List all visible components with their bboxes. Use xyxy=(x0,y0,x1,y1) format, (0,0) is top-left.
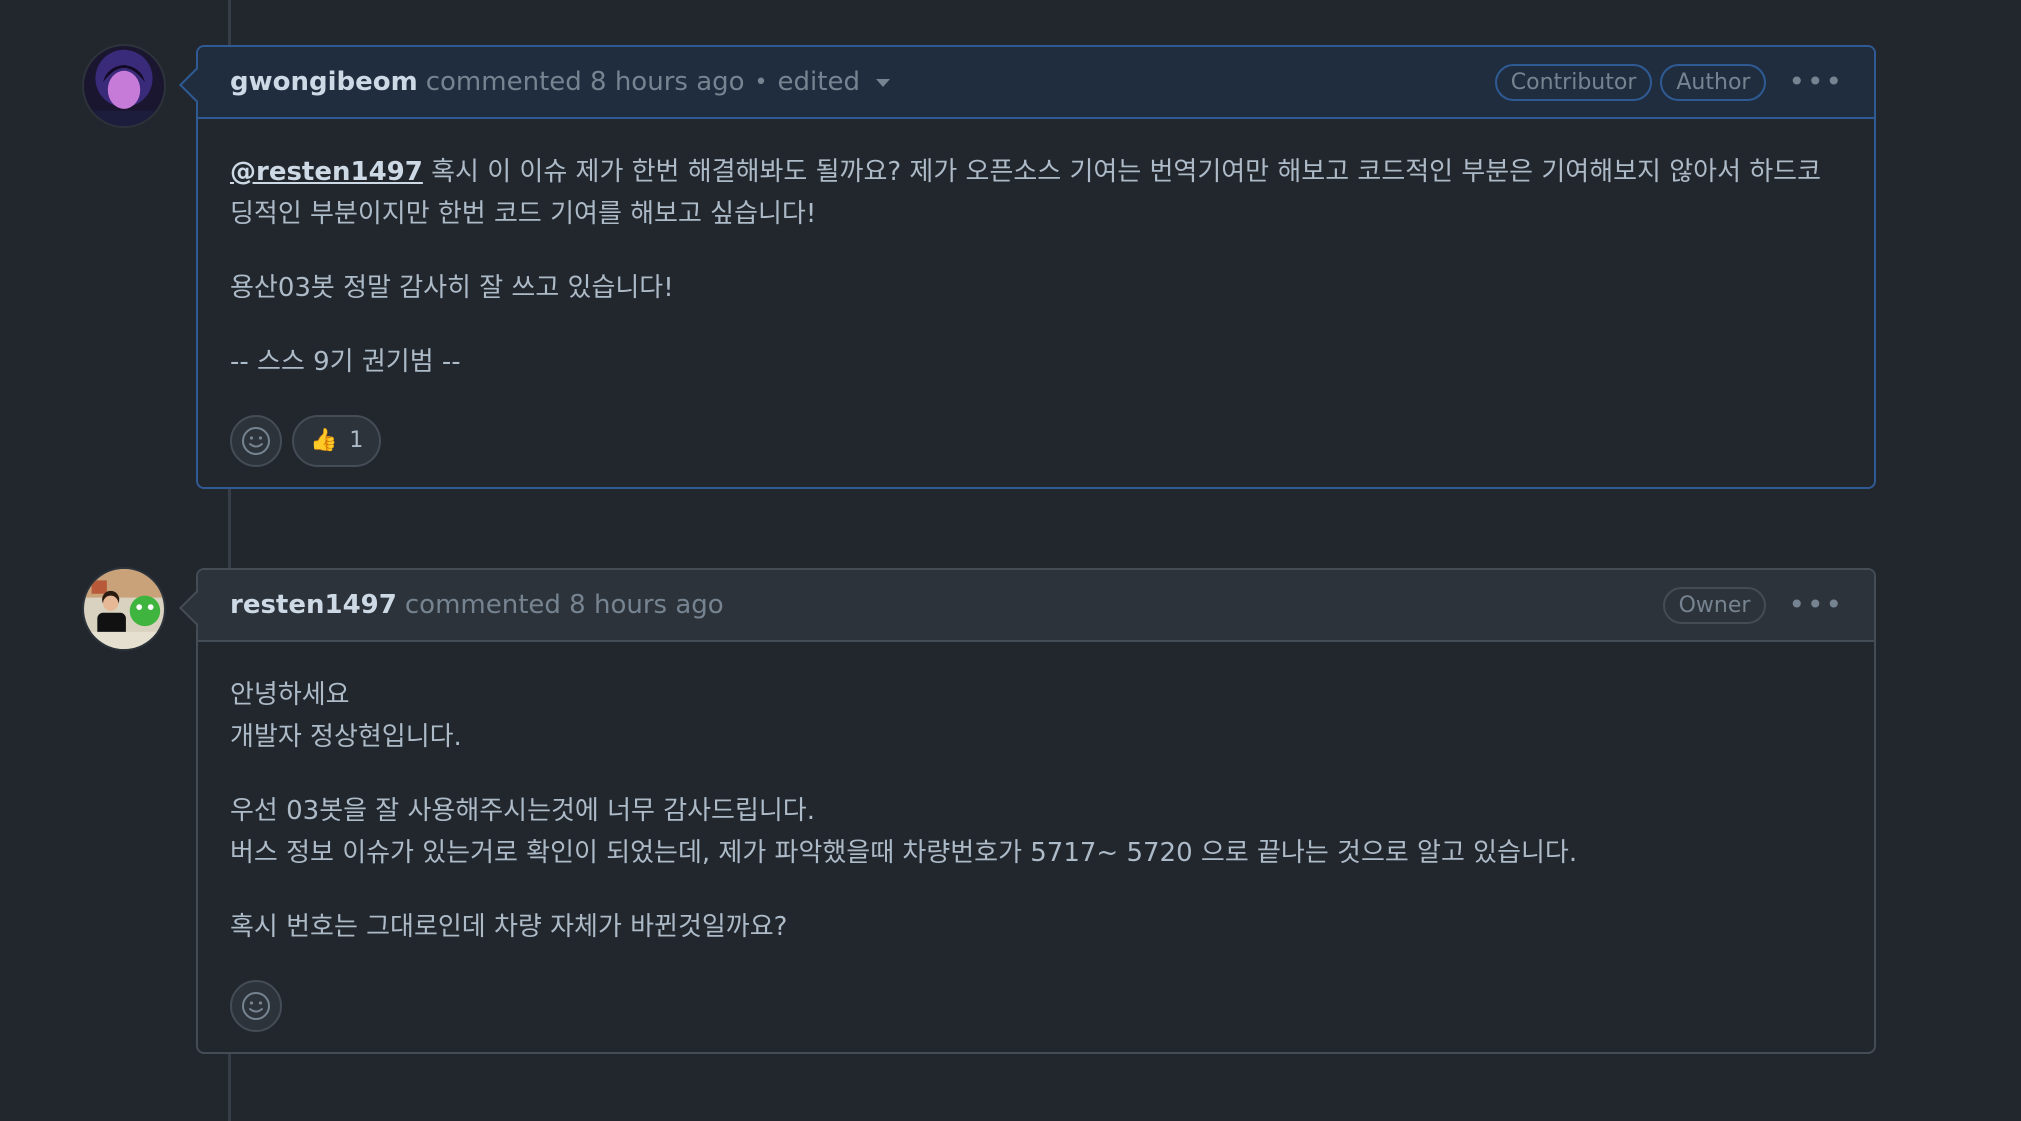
comment-paragraph: 용산03봇 정말 감사히 잘 쓰고 있습니다! xyxy=(230,273,674,303)
owner-badge: Owner xyxy=(1662,586,1767,624)
reaction-count: 1 xyxy=(349,428,364,453)
triangle-down-icon xyxy=(875,78,890,87)
kebab-horizontal-icon[interactable]: ••• xyxy=(1788,68,1844,96)
comment-paragraph: 혹시 번호는 그대로인데 차량 자체가 바뀐것일까요? xyxy=(230,912,788,942)
comment-box: gwongibeom commented 8 hours ago • edite… xyxy=(179,45,1876,489)
thumbs-up-reaction[interactable]: 👍 1 xyxy=(292,415,382,467)
comment-timestamp[interactable]: commented 8 hours ago xyxy=(426,67,745,97)
add-reaction-button[interactable] xyxy=(230,980,282,1032)
smiley-icon xyxy=(242,427,270,455)
author-badge: Author xyxy=(1660,63,1767,101)
comment-paragraph: 우선 03봇을 잘 사용해주시는것에 너무 감사드립니다. 버스 정보 이슈가 … xyxy=(230,796,1578,868)
comment-box: resten1497 commented 8 hours ago Owner •… xyxy=(179,568,1876,1054)
comment-timestamp[interactable]: commented 8 hours ago xyxy=(405,590,724,620)
smiley-icon xyxy=(242,992,270,1020)
avatar[interactable] xyxy=(82,44,166,128)
reactions-bar: 👍 1 xyxy=(230,415,1842,467)
comment-paragraph: -- 스스 9기 권기범 -- xyxy=(230,347,461,377)
comment-author[interactable]: gwongibeom xyxy=(230,67,418,97)
contributor-badge: Contributor xyxy=(1494,63,1653,101)
comment-paragraph: @resten1497 혹시 이 이슈 제가 한번 해결해봐도 될까요? 제가 … xyxy=(230,157,1822,229)
comment-body: @resten1497 혹시 이 이슈 제가 한번 해결해봐도 될까요? 제가 … xyxy=(198,119,1874,487)
separator-dot: • xyxy=(754,69,768,95)
comment-header: resten1497 commented 8 hours ago Owner •… xyxy=(198,570,1874,642)
add-reaction-button[interactable] xyxy=(230,415,282,467)
avatar[interactable] xyxy=(82,567,166,651)
comment-body: 안녕하세요 개발자 정상현입니다. 우선 03봇을 잘 사용해주시는것에 너무 … xyxy=(198,642,1874,1052)
kebab-horizontal-icon[interactable]: ••• xyxy=(1788,591,1844,619)
reactions-bar xyxy=(230,980,1842,1032)
user-mention[interactable]: @resten1497 xyxy=(230,157,423,187)
comment-header: gwongibeom commented 8 hours ago • edite… xyxy=(198,47,1874,119)
thumbs-up-icon: 👍 xyxy=(310,428,338,453)
edited-dropdown[interactable]: edited xyxy=(778,67,890,97)
comment-paragraph: 안녕하세요 개발자 정상현입니다. xyxy=(230,680,462,752)
edited-label: edited xyxy=(777,67,860,97)
comment-author[interactable]: resten1497 xyxy=(230,590,397,620)
